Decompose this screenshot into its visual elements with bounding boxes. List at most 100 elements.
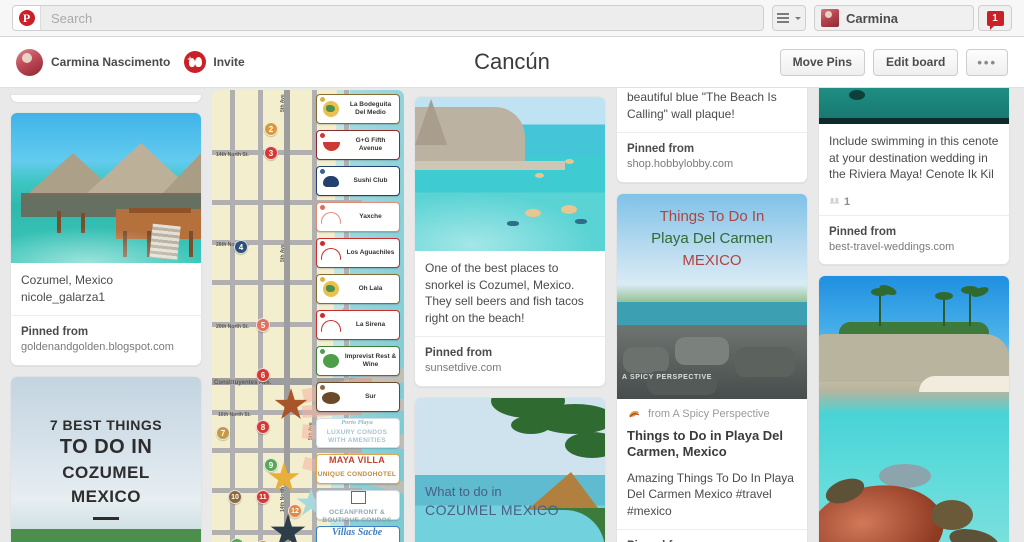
map-numbered-pin[interactable]: 6 (256, 368, 270, 382)
pin-source-block[interactable]: Pinned from goldenandgolden.blogspot.com (11, 315, 201, 364)
map-star-marker (270, 514, 306, 542)
pin-image[interactable]: 7 BEST THINGS TO DO IN COZUMEL MEXICO (11, 376, 201, 542)
pin-source-url[interactable]: best-travel-weddings.com (829, 240, 999, 255)
pin-card-cenote-wedding[interactable]: Include swimming in this cenote at your … (818, 88, 1010, 266)
pin-image[interactable]: What to do in COZUMEL MEXICO (415, 397, 605, 542)
map-street-label: 5th Ave (280, 94, 286, 112)
user-avatar-icon (821, 9, 839, 27)
pin-source-url[interactable]: shop.hobbylobby.com (627, 157, 797, 172)
pin-attribution-row[interactable]: from A Spicy Perspective (617, 399, 807, 423)
map-numbered-pin[interactable]: 5 (256, 318, 270, 332)
pin-column-5: Include swimming in this cenote at your … (818, 88, 1010, 542)
map-numbered-pin[interactable]: 12 (288, 504, 302, 518)
map-business-los-aguachiles[interactable]: Los Aguachiles (316, 238, 400, 268)
map-business-name: Yaxche (359, 213, 382, 221)
map-business-name: G+G Fifth Avenue (355, 137, 386, 152)
image-watermark: A SPICY PERSPECTIVE (622, 373, 712, 381)
globe-icon (320, 97, 342, 120)
map-business-la-bodeguita[interactable]: La Bodeguita Del Medio (316, 94, 400, 124)
pin-card-turtle-beach[interactable] (818, 275, 1010, 542)
pin-image[interactable] (819, 88, 1009, 124)
pin-source-block[interactable]: Pinned from shop.hobbylobby.com (617, 132, 807, 181)
map-street-label: 5th Ave (280, 244, 286, 262)
pin-card-7-best-things[interactable]: 7 BEST THINGS TO DO IN COZUMEL MEXICO (10, 375, 202, 542)
pin-image[interactable]: Things To Do In Playa Del Carmen MEXICO … (617, 193, 807, 399)
edit-board-button[interactable]: Edit board (873, 48, 959, 76)
pinterest-logo-icon[interactable]: P (13, 6, 41, 30)
map-business-villas-sacbe[interactable]: Villas Sacbe BOUTIQUE CONDOS (316, 526, 400, 542)
user-menu-button[interactable]: Carmina (814, 5, 974, 31)
map-business-la-sirena[interactable]: La Sirena (316, 310, 400, 340)
map-business-name: La Bodeguita Del Medio (349, 101, 392, 116)
search-bar[interactable]: P (12, 5, 764, 31)
pin-card-what-to-do-cozumel[interactable]: What to do in COZUMEL MEXICO (414, 396, 606, 542)
board-actions: Move Pins Edit board ••• (779, 48, 1008, 76)
map-numbered-pin[interactable]: 13 (230, 538, 244, 542)
pin-overlay-line-3: COZUMEL (62, 462, 150, 482)
pin-card-clipped-top[interactable] (10, 94, 202, 102)
pin-card-beach-plaque[interactable]: beautiful blue "The Beach Is Calling" wa… (616, 88, 808, 183)
pin-source-block[interactable]: Pinned from best-travel-weddings.com (819, 214, 1009, 264)
pin-image-map[interactable]: 5th Ave 14th North St. 26th North St. 5t… (212, 90, 404, 542)
pin-overlay-line-2: Playa Del Carmen (651, 229, 773, 247)
add-person-icon: + (184, 51, 207, 73)
map-numbered-pin[interactable]: 4 (234, 240, 248, 254)
owner-avatar-icon (16, 48, 43, 76)
map-business-sushi-club[interactable]: Sushi Club (316, 166, 400, 196)
pin-overlay-line-2: TO DO IN (59, 435, 153, 458)
map-business-sub: LUXURY CONDOS WITH AMENITIES (326, 429, 388, 444)
bag-icon (347, 486, 369, 508)
owner-name-label: Carmina Nascimento (51, 55, 171, 69)
map-street-label: 16th North St. (218, 412, 251, 418)
pin-source-url[interactable]: goldenandgolden.blogspot.com (21, 340, 191, 355)
map-numbered-pin[interactable]: 2 (264, 122, 278, 136)
map-business-name: Porto Playa (341, 419, 373, 426)
map-business-imprevist[interactable]: Imprevist Rest & Wine (316, 346, 400, 376)
map-business-oceanfront-condos[interactable]: OCEANFRONT & BOUTIQUE CONDOS (316, 490, 400, 524)
map-numbered-pin[interactable]: 9 (264, 458, 278, 472)
map-business-maya-villa[interactable]: MAYA VILLA UNIQUE CONDOHOTEL (316, 454, 400, 484)
pin-card-playa-map[interactable]: 5th Ave 14th North St. 26th North St. 5t… (212, 90, 404, 542)
notifications-button[interactable]: 1 (978, 5, 1012, 31)
map-street-label: 14th North St. (216, 152, 249, 158)
map-business-oh-lala[interactable]: Oh Lala (316, 274, 400, 304)
pin-image[interactable] (415, 97, 605, 251)
hamburger-menu-icon[interactable] (772, 5, 806, 31)
move-pins-button[interactable]: Move Pins (779, 48, 865, 76)
pin-card-things-playa-del-carmen[interactable]: Things To Do In Playa Del Carmen MEXICO … (616, 192, 808, 542)
spicy-perspective-logo-icon (627, 407, 641, 421)
more-options-button[interactable]: ••• (966, 48, 1008, 76)
map-business-sur[interactable]: Sur (316, 382, 400, 412)
map-business-gg-fifth-avenue[interactable]: G+G Fifth Avenue (316, 130, 400, 160)
pin-title: Things to Do in Playa Del Carmen, Mexico (627, 427, 784, 460)
pin-card-snorkel-cozumel[interactable]: One of the best places to snorkel is Coz… (414, 96, 606, 387)
search-input[interactable] (41, 6, 763, 30)
invite-button[interactable]: + Invite (184, 51, 245, 73)
map-business-name: Oh Lala (358, 285, 383, 293)
map-business-porto-playa[interactable]: Porto Playa LUXURY CONDOS WITH AMENITIES (316, 418, 400, 448)
pinned-from-label: Pinned from (425, 347, 493, 360)
top-navigation-bar: P Carmina 1 (0, 0, 1024, 37)
map-numbered-pin[interactable]: 7 (216, 426, 230, 440)
map-business-yaxche[interactable]: Yaxche (316, 202, 400, 232)
pin-image[interactable] (819, 276, 1009, 542)
pin-image[interactable] (11, 113, 201, 263)
map-business-name: Sur (365, 393, 376, 401)
pinned-from-label: Pinned from (829, 225, 897, 238)
repin-count: 1 (844, 195, 851, 208)
map-business-name: Sushi Club (353, 177, 388, 185)
pin-description: One of the best places to snorkel is Coz… (425, 261, 584, 325)
pin-source-block[interactable]: Pinned from (617, 529, 807, 542)
pin-source-block[interactable]: Pinned from sunsetdive.com (415, 336, 605, 385)
board-owner[interactable]: Carmina Nascimento (16, 48, 171, 76)
pin-card-cozumel-bungalows[interactable]: Cozumel, Mexico nicole_galarza1 Pinned f… (10, 112, 202, 366)
pin-source-url[interactable]: sunsetdive.com (425, 361, 595, 376)
overlay-divider (93, 516, 119, 520)
map-numbered-pin[interactable]: 11 (256, 490, 270, 504)
pin-description: Include swimming in this cenote at your … (829, 134, 999, 182)
map-business-sub: UNIQUE CONDOHOTEL (317, 470, 397, 478)
map-numbered-pin[interactable]: 10 (228, 490, 242, 504)
map-numbered-pin[interactable]: 3 (264, 146, 278, 160)
invite-label: Invite (213, 55, 245, 69)
map-numbered-pin[interactable]: 8 (256, 420, 270, 434)
